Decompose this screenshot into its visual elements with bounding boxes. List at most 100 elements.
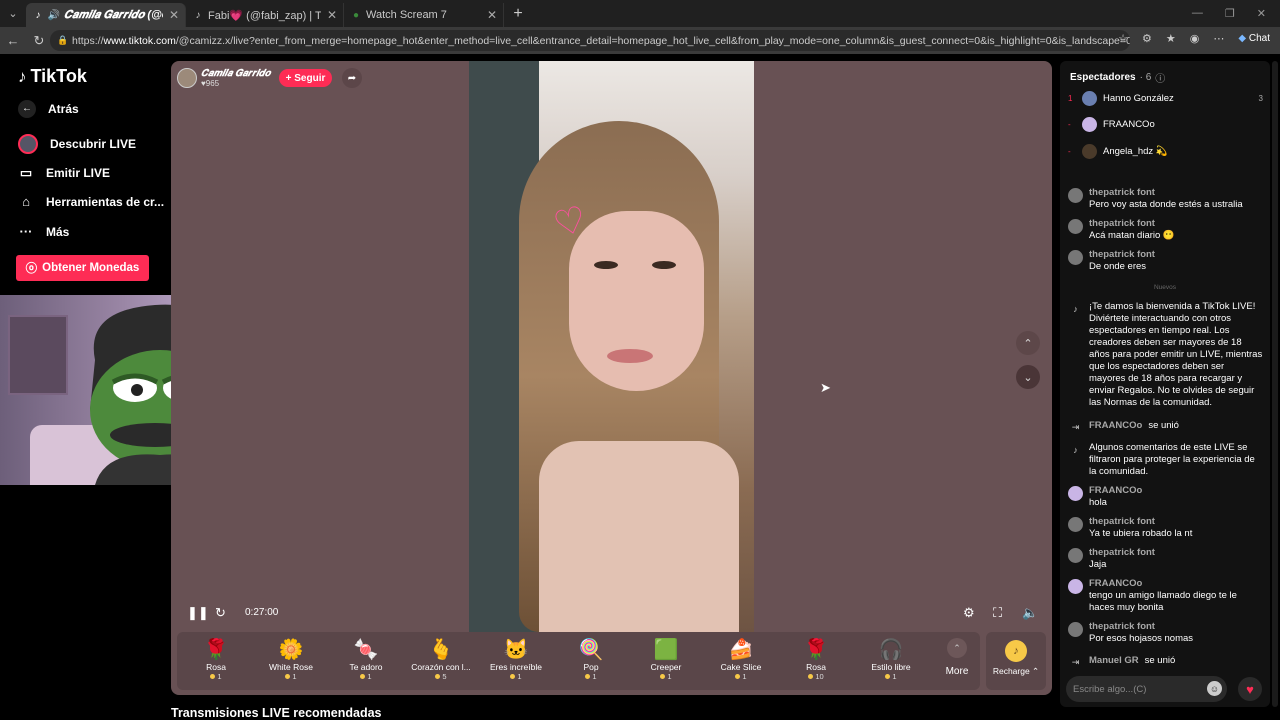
follow-button[interactable]: + Seguir	[279, 69, 332, 87]
tab-camila[interactable]: ♪ 🔊 𝑪𝒂𝒎𝒊𝒍𝒂 𝑮𝒂𝒓𝒓𝒊𝒅𝒐 (@cami ✕	[26, 3, 186, 27]
favorites-icon[interactable]: ★	[1166, 32, 1176, 45]
gift-icon: 🟩	[653, 639, 679, 661]
tiktok-logo[interactable]: ♪ TikTok	[18, 66, 87, 87]
previous-stream-icon[interactable]: ⌃	[1016, 331, 1040, 355]
avatar[interactable]	[1068, 517, 1083, 532]
gift-icon: 🫰	[428, 639, 454, 661]
sidebar-item-discover-live[interactable]: Descubrir LIVE	[18, 134, 136, 154]
chat-input[interactable]: Escribe algo...(C) ☺	[1066, 676, 1227, 702]
gift-item[interactable]: 🌹 Rosa 1	[181, 638, 251, 681]
tab-scream[interactable]: ● Watch Scream 7 ✕	[344, 3, 504, 27]
chat-username[interactable]: thepatrick font	[1089, 187, 1243, 199]
chat-text: Acá matan diario 😶	[1089, 230, 1175, 241]
live-stream-player[interactable]: ♡ 𝑪𝒂𝒎𝒊𝒍𝒂 𝑮𝒂𝒓𝒓𝒊𝒅𝒐 ♥965 + Seguir ➦ ⌃ ⌄ ❚❚ …	[171, 61, 1052, 695]
avatar[interactable]	[1068, 579, 1083, 594]
close-window-icon[interactable]: ✕	[1257, 7, 1266, 20]
share-icon[interactable]: ➦	[342, 68, 362, 88]
back-arrow-icon[interactable]: ←	[0, 33, 26, 48]
chat-username[interactable]: thepatrick font	[1089, 547, 1155, 559]
pause-icon[interactable]: ❚❚	[187, 605, 209, 621]
gift-item[interactable]: 🎧 Estilo libre 1	[856, 638, 926, 681]
gift-item[interactable]: 🍬 Te adoro 1	[331, 638, 401, 681]
copilot-label: Chat	[1248, 33, 1270, 44]
viewer-row[interactable]: - Angela_hdz 💫	[1068, 144, 1263, 159]
chat-username[interactable]: FRAANCOo	[1089, 485, 1142, 497]
sidebar-item-more[interactable]: ··· Más	[18, 224, 70, 239]
gift-item[interactable]: 🍰 Cake Slice 1	[706, 638, 776, 681]
viewer-row[interactable]: - FRAANCOo	[1068, 117, 1263, 132]
volume-icon[interactable]: 🔈	[1022, 605, 1038, 621]
avatar[interactable]	[1068, 486, 1083, 501]
back-link[interactable]: ← Atrás	[18, 100, 79, 118]
gift-name: Eres increíble	[490, 662, 542, 672]
background-shelf	[8, 315, 68, 395]
viewer-rank: -	[1068, 120, 1071, 129]
host-info[interactable]: 𝑪𝒂𝒎𝒊𝒍𝒂 𝑮𝒂𝒓𝒓𝒊𝒅𝒐 ♥965	[177, 68, 270, 88]
tab-fabi[interactable]: ♪ Fabi💗 (@fabi_zap) | TikTok ✕	[186, 3, 344, 27]
viewer-row[interactable]: 1 Hanno González 3	[1068, 91, 1263, 106]
copilot-chat-button[interactable]: ◆ Chat	[1238, 33, 1270, 44]
restore-icon[interactable]: ❐	[1225, 7, 1235, 20]
live-video[interactable]: ♡	[469, 61, 754, 632]
gift-icon: 🍰	[728, 639, 754, 661]
sidebar-item-label: Emitir LIVE	[46, 166, 111, 180]
chat-username[interactable]: thepatrick font	[1089, 516, 1192, 528]
chat-username[interactable]: thepatrick font	[1089, 249, 1155, 261]
chat-username[interactable]: FRAANCOo	[1089, 578, 1263, 590]
info-icon[interactable]: ⓘ	[1155, 70, 1165, 85]
next-stream-icon[interactable]: ⌄	[1016, 365, 1040, 389]
chat-username[interactable]: thepatrick font	[1089, 621, 1193, 633]
fullscreen-icon[interactable]: ⛶	[993, 605, 1002, 621]
gift-item[interactable]: 🐱 Eres increíble 1	[481, 638, 551, 681]
emoji-icon[interactable]: ☺	[1207, 681, 1222, 696]
recharge-button[interactable]: ♪ Recharge ⌃	[986, 632, 1046, 690]
refresh-icon[interactable]: ↻	[215, 605, 226, 621]
minimize-icon[interactable]: —	[1192, 7, 1203, 20]
new-tab-icon[interactable]: +	[504, 5, 532, 23]
speaker-icon[interactable]: 🔊	[48, 9, 60, 21]
avatar[interactable]	[1068, 622, 1083, 637]
sidebar-item-creator-tools[interactable]: ⌂ Herramientas de cr...	[18, 194, 164, 209]
chat-username[interactable]: thepatrick font	[1089, 218, 1175, 230]
browser-tab-bar: ⌄ ♪ 🔊 𝑪𝒂𝒎𝒊𝒍𝒂 𝑮𝒂𝒓𝒓𝒊𝒅𝒐 (@cami ✕ ♪ Fabi💗 (@…	[0, 0, 1280, 27]
gift-item[interactable]: 🟩 Creeper 1	[631, 638, 701, 681]
close-tab-icon[interactable]: ✕	[327, 8, 337, 22]
gift-item[interactable]: 🌹 Rosa 10	[781, 638, 851, 681]
menu-dots-icon[interactable]: ⋯	[1213, 32, 1224, 45]
refresh-icon[interactable]: ↻	[26, 33, 52, 49]
avatar[interactable]	[1068, 188, 1083, 203]
video-lips	[607, 349, 653, 363]
close-tab-icon[interactable]: ✕	[487, 8, 497, 22]
page-scrollbar[interactable]	[1272, 61, 1278, 707]
star-icon[interactable]: ☆	[1118, 32, 1128, 45]
gift-item[interactable]: 🍭 Pop 1	[556, 638, 626, 681]
like-heart-button[interactable]: ♥	[1238, 677, 1262, 701]
avatar[interactable]	[1068, 548, 1083, 563]
profile-avatar-icon[interactable]: ◉	[1190, 32, 1200, 45]
more-gifts-button[interactable]: ⌃ More	[937, 638, 977, 677]
url-field[interactable]: 🔒 https://www.tiktok.com/@camizz.x/live?…	[50, 30, 1130, 51]
close-tab-icon[interactable]: ✕	[169, 8, 179, 22]
host-name[interactable]: 𝑪𝒂𝒎𝒊𝒍𝒂 𝑮𝒂𝒓𝒓𝒊𝒅𝒐	[201, 68, 270, 79]
gift-item[interactable]: 🌼 White Rose 1	[256, 638, 326, 681]
gift-icon: 🐱	[503, 639, 529, 661]
settings-gear-icon[interactable]: ⚙	[963, 605, 975, 621]
gift-price-value: 1	[367, 672, 372, 681]
gift-price-value: 1	[217, 672, 222, 681]
gift-icon: 🌹	[203, 639, 229, 661]
extensions-icon[interactable]: ⚙	[1142, 32, 1152, 45]
viewers-header: Espectadores · 6 ⓘ	[1070, 70, 1165, 85]
home-tools-icon: ⌂	[22, 194, 30, 209]
gift-name: Pop	[583, 662, 599, 672]
gift-price-value: 1	[667, 672, 672, 681]
get-coins-button[interactable]: ⓞ Obtener Monedas	[16, 255, 149, 281]
avatar[interactable]	[1068, 219, 1083, 234]
gift-item[interactable]: 🫰 Corazón con l... 5	[406, 638, 476, 681]
chat-username[interactable]: Manuel GR	[1089, 655, 1139, 670]
sidebar-item-go-live[interactable]: ▭ Emitir LIVE	[18, 165, 110, 181]
tab-list-chevron-icon[interactable]: ⌄	[0, 0, 26, 27]
viewer-name: Hanno González	[1103, 93, 1174, 104]
host-avatar[interactable]	[177, 68, 197, 88]
avatar[interactable]	[1068, 250, 1083, 265]
chat-username[interactable]: FRAANCOo	[1089, 420, 1142, 435]
